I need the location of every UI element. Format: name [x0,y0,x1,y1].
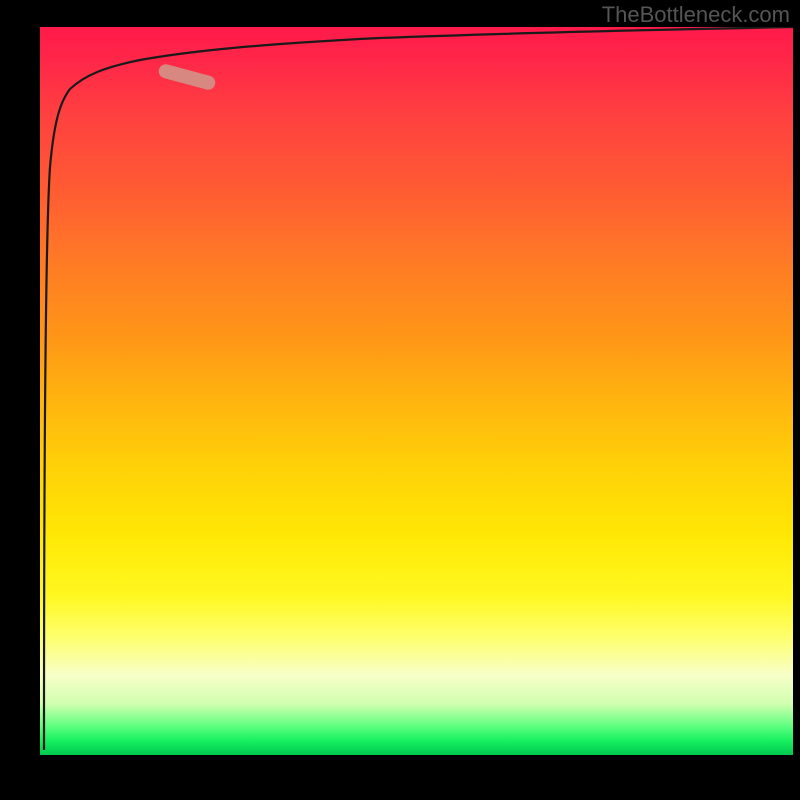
attribution-text: TheBottleneck.com [602,2,790,28]
chart-container: TheBottleneck.com [0,0,800,800]
plot-gradient-area [40,27,793,755]
